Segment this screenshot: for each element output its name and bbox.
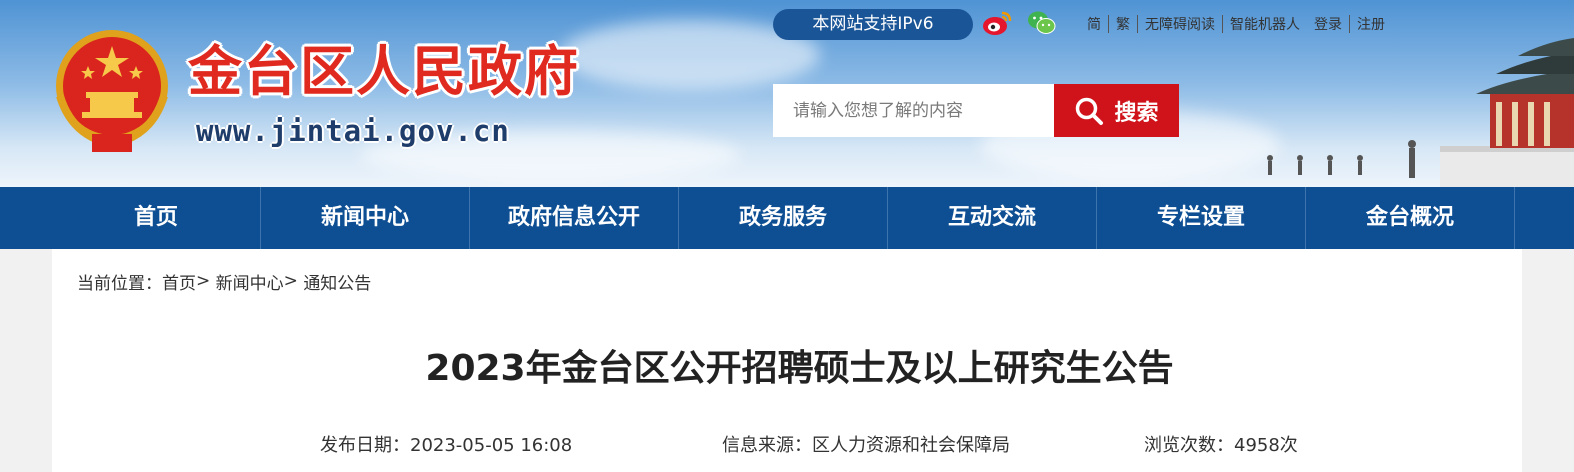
search-button-label: 搜索 bbox=[1114, 100, 1159, 126]
site-url: www.jintai.gov.cn bbox=[196, 114, 510, 148]
wechat-icon[interactable] bbox=[1027, 9, 1057, 37]
article-title: 2023年金台区公开招聘硕士及以上研究生公告 bbox=[425, 348, 1174, 389]
nav-item-news[interactable]: 新闻中心 bbox=[261, 187, 470, 249]
breadcrumb-separator: > bbox=[196, 271, 211, 291]
site-title[interactable]: 金台区人民政府 bbox=[188, 40, 580, 104]
search-icon bbox=[1076, 97, 1104, 125]
info-source-label: 信息来源： bbox=[722, 435, 812, 456]
ipv6-badge[interactable]: 本网站支持IPv6 bbox=[773, 9, 973, 40]
nav-item-gov-info[interactable]: 政府信息公开 bbox=[470, 187, 679, 249]
breadcrumb-item-notice[interactable]: 通知公告 bbox=[303, 269, 371, 294]
national-emblem-icon bbox=[56, 30, 168, 152]
info-source: 信息来源：区人力资源和社会保障局 bbox=[722, 431, 1010, 457]
nav-item-interaction[interactable]: 互动交流 bbox=[888, 187, 1097, 249]
breadcrumb-item-news[interactable]: 新闻中心 bbox=[216, 269, 284, 294]
weibo-icon[interactable] bbox=[982, 9, 1012, 37]
pavilion-illustration bbox=[1267, 38, 1574, 187]
site-header: 金台区人民政府 www.jintai.gov.cn 本网站支持IPv6 简 繁 … bbox=[0, 0, 1574, 187]
breadcrumb-prefix: 当前位置： bbox=[77, 273, 162, 294]
view-count-label: 浏览次数： bbox=[1144, 435, 1234, 456]
breadcrumb-item-home[interactable]: 首页 bbox=[162, 269, 196, 294]
info-source-value: 区人力资源和社会保障局 bbox=[812, 435, 1010, 456]
article-panel: 当前位置： 首页 > 新闻中心 > 通知公告 2023年金台区公开招聘硕士及以上… bbox=[52, 249, 1522, 472]
search-button[interactable]: 搜索 bbox=[1054, 84, 1179, 137]
nav-item-home[interactable]: 首页 bbox=[52, 187, 261, 249]
breadcrumb: 当前位置： 首页 > 新闻中心 > 通知公告 bbox=[77, 269, 371, 294]
publish-date-value: 2023-05-05 16:08 bbox=[410, 435, 573, 456]
view-count-value: 4958次 bbox=[1234, 435, 1298, 456]
search-input[interactable] bbox=[773, 84, 1054, 137]
main-nav: 首页 新闻中心 政府信息公开 政务服务 互动交流 专栏设置 金台概况 bbox=[0, 187, 1574, 249]
view-count: 浏览次数：4958次 bbox=[1144, 431, 1298, 457]
nav-item-columns[interactable]: 专栏设置 bbox=[1097, 187, 1306, 249]
simplified-chinese-link[interactable]: 简 bbox=[1080, 14, 1108, 34]
publish-date: 发布日期：2023-05-05 16:08 bbox=[320, 431, 572, 457]
accessibility-link[interactable]: 无障碍阅读 bbox=[1138, 14, 1222, 34]
publish-date-label: 发布日期： bbox=[320, 435, 410, 456]
traditional-chinese-link[interactable]: 繁 bbox=[1109, 14, 1137, 34]
nav-item-overview[interactable]: 金台概况 bbox=[1306, 187, 1515, 249]
breadcrumb-separator: > bbox=[283, 271, 298, 291]
nav-item-services[interactable]: 政务服务 bbox=[679, 187, 888, 249]
